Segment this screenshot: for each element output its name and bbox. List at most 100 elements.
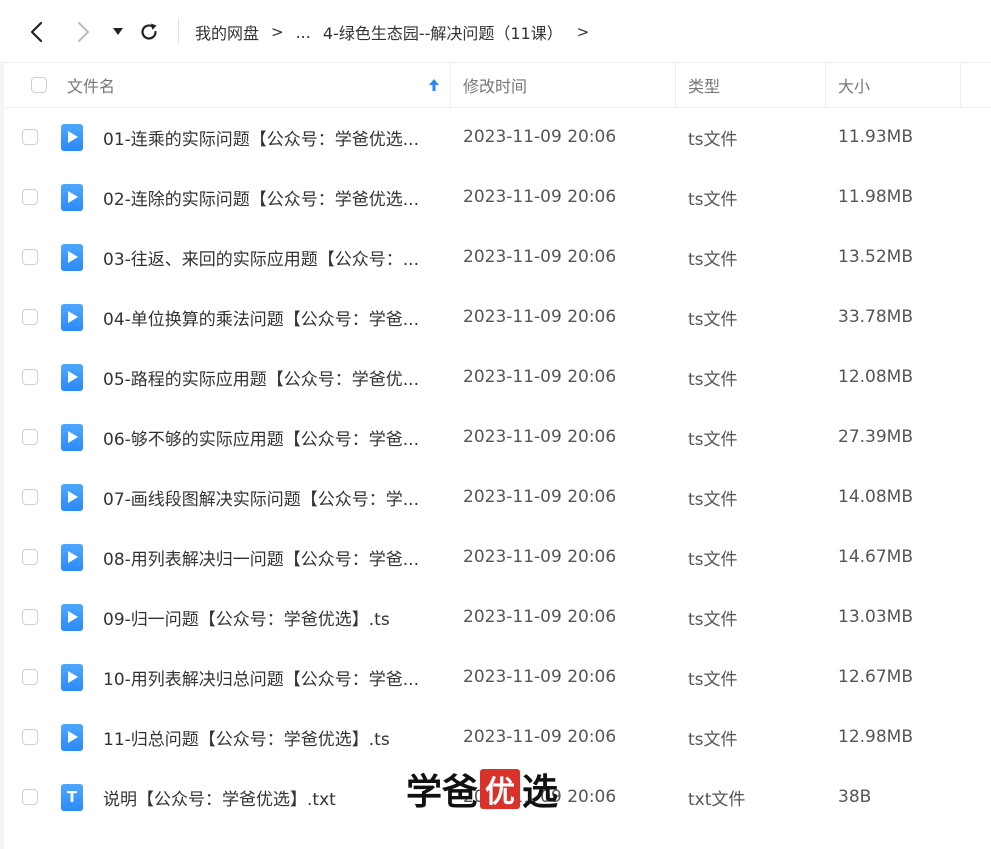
- row-checkbox[interactable]: [22, 189, 38, 205]
- column-divider[interactable]: [450, 63, 451, 107]
- file-size: 27.39MB: [838, 427, 913, 447]
- file-type: ts文件: [688, 489, 738, 510]
- file-modified: 2023-11-09 20:06: [463, 187, 617, 207]
- table-row[interactable]: 04-单位换算的乘法问题【公众号：学爸... 2023-11-09 20:06 …: [4, 287, 991, 347]
- file-name[interactable]: 07-画线段图解决实际问题【公众号：学...: [103, 467, 443, 527]
- row-checkbox[interactable]: [22, 609, 38, 625]
- video-file-icon: [61, 543, 83, 571]
- file-name[interactable]: 06-够不够的实际应用题【公众号：学爸...: [103, 407, 443, 467]
- toolbar-divider: [178, 18, 179, 44]
- file-size: 33.78MB: [838, 307, 913, 327]
- text-file-icon: T: [61, 783, 83, 811]
- file-modified: 2023-11-09 20:06: [463, 127, 617, 147]
- file-name[interactable]: 02-连除的实际问题【公众号：学爸优选...: [103, 167, 443, 227]
- file-name[interactable]: 10-用列表解决归总问题【公众号：学爸...: [103, 647, 443, 707]
- refresh-button[interactable]: [136, 18, 162, 46]
- table-row[interactable]: 07-画线段图解决实际问题【公众号：学... 2023-11-09 20:06 …: [4, 467, 991, 527]
- file-size: 14.67MB: [838, 547, 913, 567]
- file-name[interactable]: 说明【公众号：学爸优选】.txt: [103, 767, 443, 827]
- select-all-checkbox[interactable]: [31, 77, 47, 93]
- video-file-icon: [61, 303, 83, 331]
- video-file-icon: [61, 363, 83, 391]
- table-row[interactable]: 02-连除的实际问题【公众号：学爸优选... 2023-11-09 20:06 …: [4, 167, 991, 227]
- breadcrumb: 我的网盘 > ... 4-绿色生态园--解决问题（11课） >: [195, 18, 601, 46]
- toolbar: 我的网盘 > ... 4-绿色生态园--解决问题（11课） >: [0, 0, 991, 62]
- file-name[interactable]: 03-往返、来回的实际应用题【公众号：...: [103, 227, 443, 287]
- file-type: ts文件: [688, 369, 738, 390]
- chevron-right-icon: [78, 22, 89, 42]
- file-modified: 2023-11-09 20:06: [463, 607, 617, 627]
- table-row[interactable]: 01-连乘的实际问题【公众号：学爸优选... 2023-11-09 20:06 …: [4, 107, 991, 167]
- file-type: ts文件: [688, 309, 738, 330]
- breadcrumb-root[interactable]: 我的网盘: [195, 20, 259, 44]
- file-size: 12.67MB: [838, 667, 913, 687]
- row-checkbox[interactable]: [22, 729, 38, 745]
- breadcrumb-ellipsis[interactable]: ...: [296, 23, 311, 42]
- refresh-icon: [141, 23, 157, 40]
- row-checkbox[interactable]: [22, 429, 38, 445]
- video-file-icon: [61, 123, 83, 151]
- forward-button[interactable]: [72, 18, 96, 46]
- row-checkbox[interactable]: [22, 309, 38, 325]
- video-file-icon: [61, 243, 83, 271]
- row-checkbox[interactable]: [22, 369, 38, 385]
- table-row[interactable]: 10-用列表解决归总问题【公众号：学爸... 2023-11-09 20:06 …: [4, 647, 991, 707]
- breadcrumb-separator: >: [271, 23, 284, 41]
- column-divider[interactable]: [960, 63, 961, 107]
- arrow-up-icon: [429, 79, 439, 91]
- column-header-type[interactable]: 类型: [688, 63, 720, 107]
- table-row[interactable]: 03-往返、来回的实际应用题【公众号：... 2023-11-09 20:06 …: [4, 227, 991, 287]
- file-name[interactable]: 01-连乘的实际问题【公众号：学爸优选...: [103, 107, 443, 167]
- file-modified: 2023-11-09 20:06: [463, 367, 617, 387]
- video-file-icon: [61, 423, 83, 451]
- file-name[interactable]: 05-路程的实际应用题【公众号：学爸优...: [103, 347, 443, 407]
- column-divider[interactable]: [825, 63, 826, 107]
- row-checkbox[interactable]: [22, 669, 38, 685]
- row-checkbox[interactable]: [22, 789, 38, 805]
- file-type: ts文件: [688, 609, 738, 630]
- video-file-icon: [61, 603, 83, 631]
- file-modified: 2023-11-09 20:06: [463, 307, 617, 327]
- column-header-modified[interactable]: 修改时间: [463, 63, 527, 107]
- watermark-text: 学爸: [406, 771, 479, 813]
- file-modified: 2023-11-09 20:06: [463, 727, 617, 747]
- file-size: 13.52MB: [838, 247, 913, 267]
- watermark-text: 选: [522, 771, 559, 813]
- row-checkbox[interactable]: [22, 129, 38, 145]
- file-size: 38B: [838, 787, 872, 807]
- row-checkbox[interactable]: [22, 489, 38, 505]
- table-row[interactable]: 11-归总问题【公众号：学爸优选】.ts 2023-11-09 20:06 ts…: [4, 707, 991, 767]
- file-type: ts文件: [688, 549, 738, 570]
- file-name[interactable]: 11-归总问题【公众号：学爸优选】.ts: [103, 707, 443, 767]
- file-size: 12.98MB: [838, 727, 913, 747]
- file-type: ts文件: [688, 129, 738, 150]
- table-row[interactable]: 05-路程的实际应用题【公众号：学爸优... 2023-11-09 20:06 …: [4, 347, 991, 407]
- column-header-name[interactable]: 文件名: [67, 63, 115, 107]
- file-name[interactable]: 09-归一问题【公众号：学爸优选】.ts: [103, 587, 443, 647]
- column-divider[interactable]: [675, 63, 676, 107]
- video-file-icon: [61, 183, 83, 211]
- file-size: 13.03MB: [838, 607, 913, 627]
- chevron-left-icon: [30, 21, 43, 43]
- sort-button[interactable]: [428, 63, 440, 107]
- file-type: ts文件: [688, 669, 738, 690]
- back-button[interactable]: [24, 18, 48, 46]
- file-modified: 2023-11-09 20:06: [463, 667, 617, 687]
- table-row[interactable]: 08-用列表解决归一问题【公众号：学爸... 2023-11-09 20:06 …: [4, 527, 991, 587]
- file-size: 11.98MB: [838, 187, 913, 207]
- file-name[interactable]: 04-单位换算的乘法问题【公众号：学爸...: [103, 287, 443, 347]
- column-header-size[interactable]: 大小: [838, 63, 870, 107]
- breadcrumb-expand[interactable]: >: [577, 23, 590, 41]
- row-checkbox[interactable]: [22, 549, 38, 565]
- file-type: ts文件: [688, 429, 738, 450]
- table-row[interactable]: 06-够不够的实际应用题【公众号：学爸... 2023-11-09 20:06 …: [4, 407, 991, 467]
- row-checkbox[interactable]: [22, 249, 38, 265]
- file-size: 11.93MB: [838, 127, 913, 147]
- file-type: ts文件: [688, 729, 738, 750]
- file-type: ts文件: [688, 189, 738, 210]
- file-name[interactable]: 08-用列表解决归一问题【公众号：学爸...: [103, 527, 443, 587]
- history-dropdown-button[interactable]: [108, 18, 128, 46]
- file-modified: 2023-11-09 20:06: [463, 247, 617, 267]
- file-type: txt文件: [688, 789, 746, 810]
- table-row[interactable]: 09-归一问题【公众号：学爸优选】.ts 2023-11-09 20:06 ts…: [4, 587, 991, 647]
